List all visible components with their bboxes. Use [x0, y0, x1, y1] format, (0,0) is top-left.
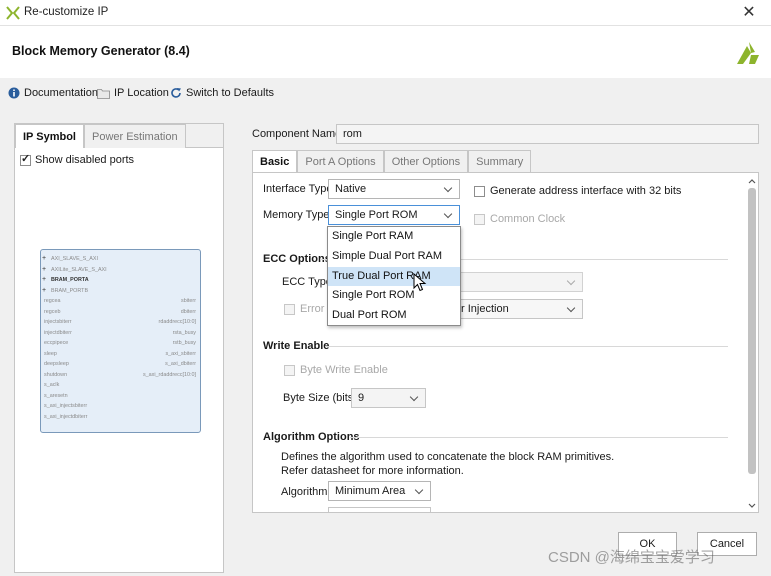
window-title: Re-customize IP: [24, 6, 109, 18]
tab-ip-symbol[interactable]: IP Symbol: [15, 124, 84, 148]
dialog-header: Block Memory Generator (8.4): [0, 26, 771, 78]
scrollbar-graphic: [748, 179, 756, 508]
memory-type-option[interactable]: Single Port ROM: [328, 286, 460, 306]
symbol-port-right: s_axi_dbiterr: [165, 361, 196, 367]
switch-defaults-label: Switch to Defaults: [186, 87, 275, 99]
memory-type-dropdown: Single Port RAM Simple Dual Port RAM True …: [327, 226, 461, 326]
app-icon: [6, 6, 20, 20]
symbol-port-left: shutdown: [44, 371, 68, 378]
symbol-port-left: AXILite_SLAVE_S_AXI: [51, 266, 107, 273]
symbol-port-left: sleep: [44, 350, 57, 357]
tab-power-estimation[interactable]: Power Estimation: [83, 124, 186, 148]
generate-address-checkbox[interactable]: [474, 185, 485, 197]
symbol-port-right: dbiterr: [180, 308, 196, 315]
close-icon[interactable]: ✕: [735, 2, 763, 24]
error-injection-label: Error I: [300, 303, 331, 315]
ip-symbol-block: AXI_SLAVE_S_AXI + AXILite_SLAVE_S_AXI + BRAM…: [40, 249, 201, 433]
symbol-port-left: BRAM_PORTA: [51, 277, 89, 283]
symbol-port-left: s_aclk: [44, 382, 60, 388]
write-enable-heading: Write Enable: [263, 340, 330, 352]
left-tabs: IP Symbol Power Estimation: [15, 124, 223, 148]
tab-port-a-options[interactable]: Port A Options: [297, 150, 384, 173]
symbol-port-left: regcea: [44, 298, 61, 304]
refresh-icon: [171, 88, 181, 98]
symbol-port-left: s_aresetn: [44, 392, 68, 399]
vertical-scrollbar[interactable]: [746, 176, 758, 512]
symbol-port-left: regceb: [44, 308, 61, 315]
error-injection-checkbox[interactable]: [284, 303, 295, 315]
symbol-port-left: injectsbiterr: [44, 319, 72, 325]
expand-port-icon[interactable]: +: [42, 276, 46, 283]
byte-write-enable-row: Byte Write Enable: [284, 364, 388, 376]
toolbar: Documentation IP Location Switch to Defa…: [0, 78, 771, 106]
expand-port-icon[interactable]: +: [42, 287, 46, 294]
symbol-port-right: s_axi_rdaddrecc[10:0]: [142, 371, 196, 378]
symbol-port-left: s_axi_injectdbiterr: [44, 413, 88, 420]
algorithm-select[interactable]: Minimum Area: [328, 481, 431, 501]
tab-basic[interactable]: Basic: [252, 150, 298, 173]
expand-port-icon[interactable]: +: [42, 255, 46, 262]
symbol-port-left: s_axi_injectsbiterr: [44, 403, 88, 409]
tab-summary[interactable]: Summary: [468, 150, 532, 173]
show-disabled-ports-label: Show disabled ports: [35, 154, 135, 166]
component-name-input[interactable]: rom: [336, 124, 759, 144]
show-disabled-ports-row: Show disabled ports: [20, 152, 135, 166]
generate-address-row: Generate address interface with 32 bits: [474, 185, 681, 197]
documentation-label: Documentation: [24, 87, 98, 99]
error-injection-type-select[interactable]: r Injection: [456, 299, 583, 319]
byte-size-select[interactable]: 9: [351, 388, 426, 408]
memory-type-select[interactable]: Single Port ROM: [328, 205, 460, 225]
memory-type-option[interactable]: Single Port RAM: [328, 227, 460, 247]
symbol-port-right: rstb_busy: [172, 340, 196, 346]
algorithm-options-heading: Algorithm Options: [263, 431, 360, 443]
symbol-port-left: BRAM_PORTB: [51, 287, 89, 294]
ip-title: Block Memory Generator (8.4): [12, 44, 190, 58]
memory-type-label: Memory Type: [263, 209, 330, 221]
ecc-type-label: ECC Type: [282, 276, 332, 288]
symbol-port-left: deepsleep: [44, 361, 69, 367]
memory-type-option[interactable]: Simple Dual Port RAM: [328, 247, 460, 267]
common-clock-label: Common Clock: [490, 213, 566, 225]
ip-location-button[interactable]: IP Location: [97, 85, 169, 101]
symbol-port-right: rsta_busy: [172, 329, 196, 336]
symbol-port-left: injectdbiterr: [44, 329, 72, 336]
expand-port-icon[interactable]: +: [42, 266, 46, 273]
xilinx-logo-icon: [737, 42, 759, 64]
common-clock-row: Common Clock: [474, 213, 565, 225]
memory-type-option[interactable]: True Dual Port RAM: [328, 266, 460, 287]
title-bar: Re-customize IP ✕: [0, 0, 771, 26]
documentation-button[interactable]: Documentation: [8, 85, 98, 101]
error-injection-row: Error I: [284, 303, 331, 315]
ecc-type-select[interactable]: [456, 272, 583, 292]
component-name-label: Component Name: [252, 128, 342, 140]
algorithm-label: Algorithm: [281, 486, 328, 498]
config-tabs: Basic Port A Options Other Options Summa…: [252, 150, 759, 173]
write-enable-divider: [325, 346, 728, 347]
algorithm-description-1: Defines the algorithm used to concatenat…: [281, 451, 615, 463]
symbol-port-right: s_axi_sbiterr: [165, 350, 196, 357]
byte-write-enable-label: Byte Write Enable: [300, 364, 388, 376]
memory-type-option[interactable]: Dual Port ROM: [328, 306, 460, 326]
symbol-port-left: eccpipece: [44, 340, 69, 346]
interface-type-label: Interface Type: [263, 183, 333, 195]
mouse-cursor-icon: [413, 273, 427, 292]
symbol-port-left: AXI_SLAVE_S_AXI: [51, 256, 98, 262]
folder-icon: [97, 88, 110, 99]
symbol-port-right: rdaddrecc[10:0]: [158, 319, 196, 325]
interface-type-select[interactable]: Native: [328, 179, 460, 199]
algorithm-divider: [350, 437, 728, 438]
byte-write-enable-checkbox[interactable]: [284, 364, 295, 376]
generate-address-label: Generate address interface with 32 bits: [490, 185, 682, 197]
ip-location-label: IP Location: [114, 87, 169, 99]
byte-size-label: Byte Size (bits): [283, 392, 357, 404]
info-icon: [8, 87, 20, 99]
symbol-port-right: sbiterr: [181, 298, 196, 304]
common-clock-checkbox[interactable]: [474, 213, 485, 225]
tab-other-options[interactable]: Other Options: [383, 150, 469, 173]
switch-defaults-button[interactable]: Switch to Defaults: [170, 85, 274, 101]
show-disabled-ports-checkbox[interactable]: [20, 152, 31, 166]
algorithm-description-2: Refer datasheet for more information.: [281, 465, 464, 477]
watermark: CSDN @海绵宝宝爱学习: [548, 549, 715, 566]
partial-field: [328, 507, 431, 512]
